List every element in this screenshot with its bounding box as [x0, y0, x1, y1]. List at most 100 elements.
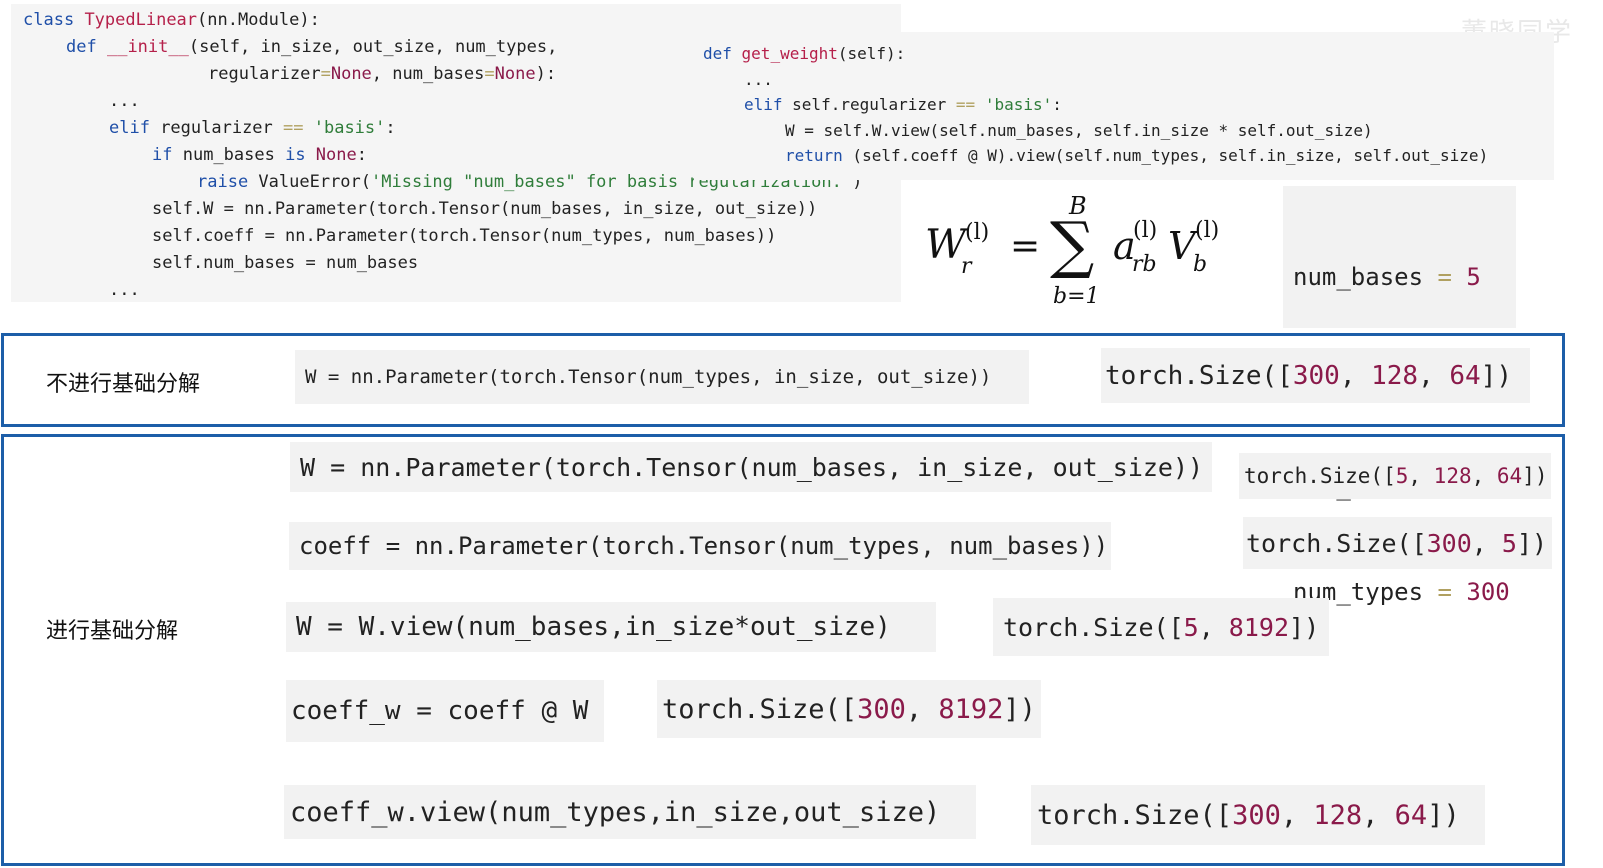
code-line: regularizer=None, num_bases=None):: [208, 61, 556, 88]
param-row: num_bases = 5: [1293, 263, 1481, 291]
decomp-size-row-5: torch.Size([300, 128, 64]): [1031, 785, 1485, 845]
size-value: 64: [1449, 360, 1481, 391]
size-suffix: ]): [1522, 464, 1548, 488]
size-sep: ,: [1339, 360, 1372, 391]
decomp-code-row-1: W = nn.Parameter(torch.Tensor(num_bases,…: [290, 442, 1212, 492]
size-suffix: ]): [1427, 799, 1460, 831]
code-text: :: [356, 145, 367, 165]
size-suffix: ]): [1003, 693, 1036, 725]
size-suffix: ]): [1480, 360, 1513, 391]
code-line: class TypedLinear(nn.Module):: [23, 7, 320, 34]
formula-v-sup: (l): [1195, 218, 1220, 243]
size-prefix: torch.Size([: [662, 693, 858, 725]
size-value: 128: [1433, 464, 1472, 488]
code-line: self.coeff = nn.Parameter(torch.Tensor(n…: [152, 223, 776, 250]
none-literal: None: [305, 145, 357, 165]
size-value: 300: [1292, 360, 1340, 391]
size-value: 5: [1183, 612, 1199, 642]
operator: =: [320, 64, 331, 84]
size-sep: ,: [1471, 528, 1502, 558]
code-text: self.regularizer: [782, 95, 956, 114]
size-value: 128: [1313, 799, 1363, 831]
no-decomposition-label: 不进行基础分解: [46, 372, 201, 397]
formula-w-sup: (l): [965, 220, 990, 245]
function-name: __init__: [106, 37, 189, 57]
code-line: def __init__(self, in_size, out_size, nu…: [66, 34, 557, 61]
code-text: ):: [535, 64, 557, 84]
size-value: 64: [1496, 464, 1523, 488]
code-line: def get_weight(self):: [703, 41, 905, 66]
param-value: 5: [1466, 263, 1481, 291]
code-text: (nn.Module):: [197, 10, 320, 30]
params-box: num_bases = 5 in_size = 128 out_size = 6…: [1283, 186, 1516, 606]
code-text: (self):: [837, 44, 906, 63]
size-value: 300: [1426, 528, 1472, 558]
keyword: return: [785, 146, 843, 165]
ellipsis: ...: [109, 280, 140, 300]
decomp-size-row-2: torch.Size([300, 5]): [1243, 517, 1552, 569]
formula-sum-bottom: b=1: [1053, 284, 1100, 309]
formula-v-sub: b: [1193, 252, 1208, 277]
size-value: 8192: [938, 693, 1004, 725]
code-line: ...: [109, 277, 140, 304]
string-literal: 'basis': [303, 118, 386, 138]
formula-v: V: [1168, 224, 1196, 268]
code-text: W = self.W.view(self.num_bases, self.in_…: [785, 121, 1373, 140]
size-value: 128: [1371, 360, 1419, 391]
size-value: 5: [1395, 464, 1409, 488]
param-name: num_bases: [1293, 263, 1424, 291]
size-prefix: torch.Size([: [1037, 799, 1233, 831]
operator: =: [484, 64, 495, 84]
code-line: self.W = nn.Parameter(torch.Tensor(num_b…: [152, 196, 817, 223]
class-name: TypedLinear: [84, 10, 198, 30]
formula-a-sup: (l): [1133, 218, 1158, 243]
size-value: 300: [1232, 799, 1281, 831]
size-sep: ,: [1418, 360, 1450, 391]
code-line: ...: [109, 88, 140, 115]
formula-sum: ∑: [1050, 208, 1095, 281]
size-sep: ,: [1362, 799, 1395, 831]
formula-w-sub: r: [961, 254, 972, 279]
code-text: self.W = nn.Parameter(torch.Tensor(num_b…: [152, 199, 818, 219]
code-text: :: [1052, 95, 1062, 114]
none-literal: None: [494, 64, 536, 84]
no-decomposition-size: torch.Size([300, 128, 64]): [1101, 348, 1530, 403]
size-prefix: torch.Size([: [1105, 360, 1293, 391]
decomp-size-row-3: torch.Size([5, 8192]): [993, 598, 1329, 656]
size-prefix: torch.Size([: [1244, 464, 1396, 488]
code-line: elif self.regularizer == 'basis':: [744, 92, 1062, 117]
string-literal: 'basis': [975, 95, 1053, 114]
size-value: 64: [1394, 799, 1428, 831]
size-prefix: torch.Size([: [1003, 612, 1184, 642]
keyword: is: [285, 145, 306, 165]
code-text: ValueError(: [248, 172, 372, 192]
decomp-code-row-3: W = W.view(num_bases,in_size*out_size): [286, 602, 936, 652]
operator: ==: [955, 95, 976, 114]
code-text: self.coeff = nn.Parameter(torch.Tensor(n…: [152, 226, 777, 246]
formula-eq: =: [1010, 226, 1041, 267]
code-line: if num_bases is None:: [152, 142, 367, 169]
code-text: num_bases: [172, 145, 286, 165]
code-line: W = self.W.view(self.num_bases, self.in_…: [785, 118, 1373, 143]
decomp-code-row-5: coeff_w.view(num_types,in_size,out_size): [284, 785, 976, 839]
basis-formula: W (l) r = B ∑ b=1 a (l) rb V (l) b: [925, 190, 1245, 315]
size-value: 5: [1501, 528, 1517, 558]
decomp-size-row-4: torch.Size([300, 8192]): [657, 680, 1041, 738]
code-text: regularizer: [149, 118, 284, 138]
size-sep: ,: [1280, 799, 1314, 831]
size-suffix: ]): [1516, 528, 1548, 558]
code-line: return (self.coeff @ W).view(self.num_ty…: [785, 143, 1488, 168]
size-sep: ,: [1198, 612, 1229, 642]
code-text: , num_bases: [371, 64, 485, 84]
get-weight-code-block: def get_weight(self): ... elif self.regu…: [694, 32, 1554, 180]
none-literal: None: [330, 64, 372, 84]
code-text: (self.coeff @ W).view(self.num_types, se…: [842, 146, 1489, 165]
decomp-code-row-2: coeff = nn.Parameter(torch.Tensor(num_ty…: [289, 522, 1111, 570]
keyword: raise: [197, 172, 249, 192]
keyword: def: [66, 37, 97, 57]
code-line: ...: [744, 67, 773, 92]
keyword: elif: [109, 118, 150, 138]
decomp-code-row-4: coeff_w = coeff @ W: [286, 680, 604, 742]
operator: ==: [283, 118, 304, 138]
keyword: elif: [744, 95, 783, 114]
